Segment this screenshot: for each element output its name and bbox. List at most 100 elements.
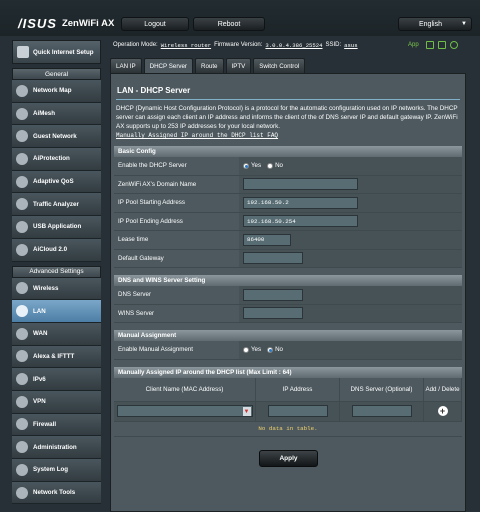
title-divider (116, 99, 460, 100)
wins-row: WINS Server (114, 304, 462, 323)
apply-button[interactable]: Apply (259, 450, 318, 467)
assigned-list-columns: Client Name (MAC Address) IP Address DNS… (114, 377, 462, 402)
network-map-icon (16, 84, 28, 97)
quick-internet-setup[interactable]: Quick Internet Setup (12, 40, 101, 64)
sidebar-item-administration[interactable]: Administration (12, 436, 101, 459)
enable-dhcp-row: Enable the DHCP Server Yes No (114, 157, 462, 176)
enable-manual-label: Enable Manual Assignment (114, 341, 239, 359)
ssid-link[interactable]: asus (344, 42, 357, 49)
guest-network-icon (16, 130, 28, 143)
qos-icon (16, 175, 28, 188)
domain-input[interactable] (243, 178, 358, 191)
manual-yes-radio[interactable]: Yes (243, 346, 261, 353)
enable-manual-row: Enable Manual Assignment Yes No (114, 341, 462, 360)
cloud-icon (16, 243, 28, 256)
tab-iptv[interactable]: IPTV (225, 58, 252, 73)
usb-icon[interactable] (450, 41, 458, 49)
sidebar-item-aimesh[interactable]: AiMesh (12, 102, 101, 126)
start-ip-row: IP Pool Starting Address 192.168.50.2 (114, 194, 462, 213)
sidebar-item-aicloud[interactable]: AiCloud 2.0 (12, 238, 101, 262)
wan-icon (16, 327, 28, 340)
col-add: Add / Delete (424, 377, 462, 401)
sidebar-item-lan[interactable]: LAN (12, 300, 101, 323)
wins-input[interactable] (243, 307, 303, 320)
lease-input[interactable]: 86400 (243, 233, 291, 246)
firewall-icon (16, 418, 28, 431)
page-description: DHCP (Dynamic Host Configuration Protoco… (116, 105, 458, 139)
device-icon[interactable] (438, 41, 446, 49)
manual-header: Manual Assignment (114, 330, 462, 341)
dns-label: DNS Server (114, 286, 239, 304)
tab-dhcp-server[interactable]: DHCP Server (143, 58, 193, 73)
sidebar-item-network-tools[interactable]: Network Tools (12, 481, 101, 505)
dns-optional-input[interactable] (351, 405, 412, 417)
end-ip-input[interactable]: 192.168.50.254 (243, 215, 358, 228)
language-select[interactable]: English ▼ (398, 17, 472, 31)
dns-row: DNS Server (114, 286, 462, 305)
dns-header: DNS and WINS Server Setting (114, 275, 462, 286)
dhcp-no-radio[interactable]: No (267, 162, 283, 169)
start-ip-label: IP Pool Starting Address (114, 194, 239, 212)
sidebar-item-firewall[interactable]: Firewall (12, 413, 101, 437)
system-log-icon (16, 463, 28, 476)
sidebar-item-traffic-analyzer[interactable]: Traffic Analyzer (12, 193, 101, 217)
sidebar-item-ipv6[interactable]: IPv6 (12, 368, 101, 391)
client-select[interactable]: ▼ (116, 405, 253, 417)
col-ip: IP Address (256, 377, 340, 401)
manual-no-radio[interactable]: No (267, 346, 283, 353)
tab-lan-ip[interactable]: LAN IP (110, 58, 142, 73)
sidebar-item-adaptive-qos[interactable]: Adaptive QoS (12, 170, 101, 194)
domain-row: ZenWiFi AX's Domain Name (114, 175, 462, 194)
traffic-icon (16, 198, 28, 211)
sidebar-item-vpn[interactable]: VPN (12, 390, 101, 414)
top-bar: /ISUS ZenWiFi AX Logout Reboot English ▼ (0, 0, 480, 36)
language-value: English (419, 20, 442, 28)
op-mode-label: Operation Mode: (113, 42, 158, 48)
add-icon[interactable]: + (437, 406, 448, 416)
aimesh-icon (16, 107, 28, 120)
logout-button[interactable]: Logout (121, 17, 189, 31)
sidebar-item-usb-application[interactable]: USB Application (12, 216, 101, 239)
sidebar-item-wan[interactable]: WAN (12, 322, 101, 346)
network-tools-icon (16, 486, 28, 499)
wins-label: WINS Server (114, 304, 239, 322)
faq-link[interactable]: Manually Assigned IP around the DHCP lis… (116, 132, 278, 139)
page-title: LAN - DHCP Server (117, 86, 191, 95)
col-dns: DNS Server (Optional) (340, 377, 424, 401)
tab-route[interactable]: Route (194, 58, 224, 73)
copy-icon[interactable] (426, 41, 434, 49)
sidebar-item-guest-network[interactable]: Guest Network (12, 125, 101, 149)
start-ip-input[interactable]: 192.168.50.2 (243, 196, 358, 209)
sidebar-item-wireless[interactable]: Wireless (12, 277, 101, 301)
end-ip-row: IP Pool Ending Address 192.168.50.254 (114, 212, 462, 231)
alexa-icon (16, 350, 28, 363)
main-panel: LAN - DHCP Server DHCP (Dynamic Host Con… (110, 73, 466, 512)
op-mode-link[interactable]: Wireless router (161, 42, 211, 49)
chevron-down-icon: ▼ (461, 21, 467, 27)
wireless-icon (16, 282, 28, 295)
tab-switch-control[interactable]: Switch Control (253, 58, 306, 73)
dns-input[interactable] (243, 288, 303, 301)
firmware-link[interactable]: 3.0.0.4.386_25524 (265, 42, 322, 49)
gateway-row: Default Gateway (114, 249, 462, 268)
radio-icon (243, 346, 249, 353)
lease-row: Lease time 86400 (114, 231, 462, 250)
sidebar: Quick Internet Setup General Network Map… (12, 40, 101, 505)
ssid-label: SSID: (325, 42, 342, 48)
qis-label: Quick Internet Setup (33, 48, 94, 56)
dhcp-yes-radio[interactable]: Yes (243, 162, 261, 169)
sidebar-item-alexa-ifttt[interactable]: Alexa & IFTTT (12, 345, 101, 369)
dropdown-arrow-icon[interactable]: ▼ (242, 407, 251, 416)
ip-input[interactable] (267, 405, 328, 417)
reboot-button[interactable]: Reboot (193, 17, 265, 31)
setup-icon (17, 46, 29, 58)
empty-table-message: No data in table. (114, 421, 462, 437)
asus-logo[interactable]: /ISUS ZenWiFi AX (18, 16, 114, 31)
sidebar-item-aiprotection[interactable]: AiProtection (12, 148, 101, 171)
assigned-list-header: Manually Assigned IP around the DHCP lis… (114, 366, 462, 378)
gateway-input[interactable] (243, 252, 303, 265)
app-link[interactable]: App (408, 42, 419, 48)
sidebar-item-system-log[interactable]: System Log (12, 459, 101, 482)
sidebar-item-network-map[interactable]: Network Map (12, 80, 101, 103)
shield-icon (16, 152, 28, 165)
